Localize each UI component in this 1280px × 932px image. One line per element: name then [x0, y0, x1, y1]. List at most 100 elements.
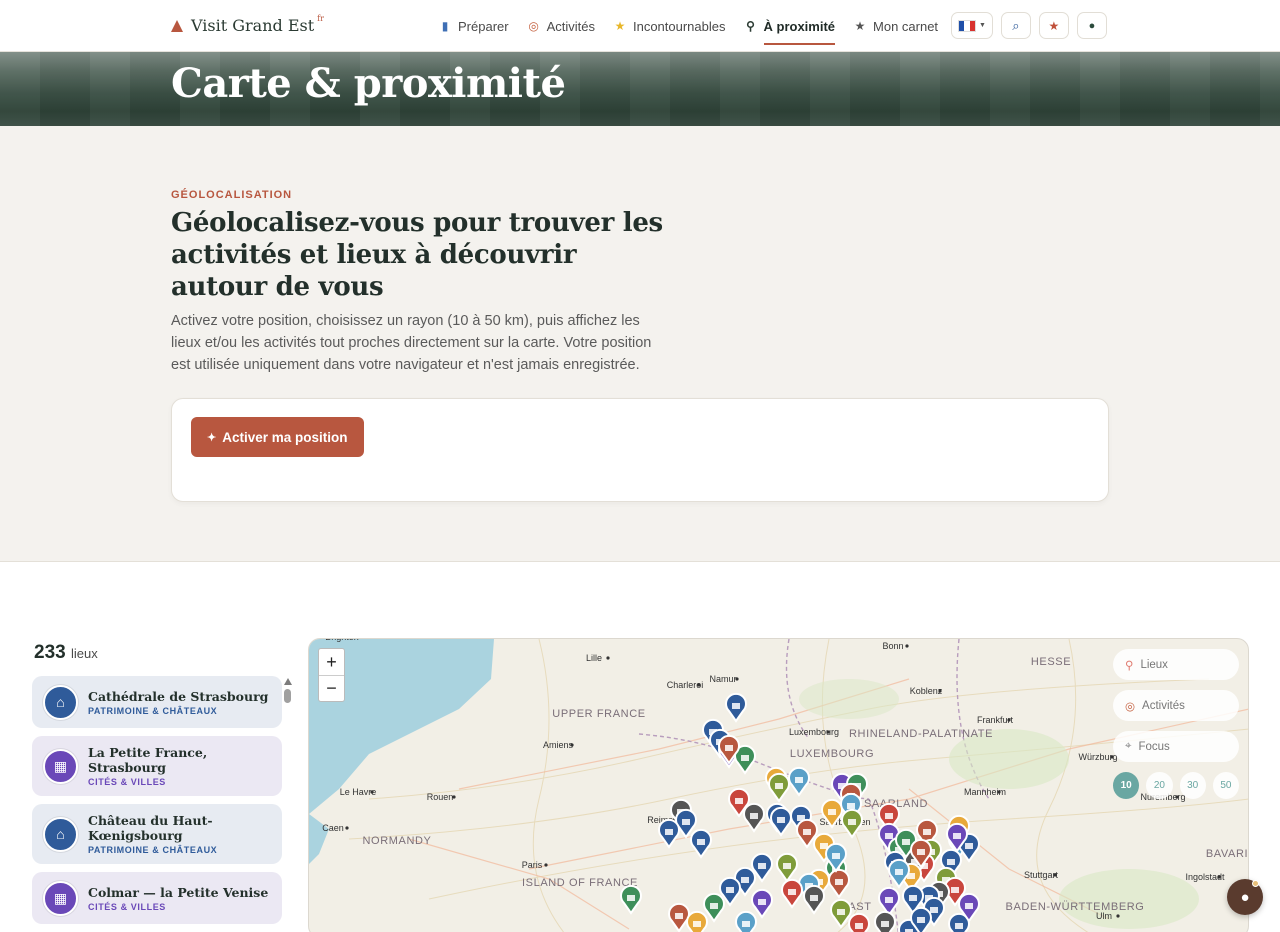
results-list[interactable]: ⌂ Cathédrale de Strasbourg PATRIMOINE & CH…: [32, 676, 282, 932]
chat-icon: ●: [1240, 888, 1250, 906]
activate-position-label: Activer ma position: [222, 429, 348, 445]
nav-link-label: Activités: [546, 18, 595, 34]
map-poi-marker[interactable]: [751, 888, 773, 919]
city-icon: ▦: [43, 748, 78, 784]
map-poi-marker[interactable]: [788, 766, 810, 797]
map-canvas[interactable]: UPPER FRANCE LUXEMBOURG RHINELAND-PALATINA…: [309, 639, 1249, 932]
map-city-dot: [1116, 914, 1120, 918]
map-poi-marker[interactable]: [668, 902, 690, 932]
list-item-category: CITÉS & VILLES: [88, 901, 166, 912]
results-count-unit: lieux: [70, 646, 98, 661]
map-poi-marker[interactable]: [690, 828, 712, 859]
map-poi-marker[interactable]: [770, 806, 792, 837]
search-button[interactable]: ⌕: [1000, 12, 1031, 39]
map-poi-marker[interactable]: [874, 910, 896, 932]
brand-name: Visit Grand Est: [191, 16, 315, 35]
nav-link-3[interactable]: ⚲ À proximité: [744, 0, 836, 52]
chat-notification-dot: [1252, 880, 1259, 887]
list-item-title: La Petite France, Strasbourg: [88, 745, 208, 775]
list-item-text: Cathédrale de Strasbourg PATRIMOINE & CHÂ…: [88, 689, 268, 716]
zoom-control: + −: [318, 648, 345, 702]
list-item-text: Château du Haut-Kœnigsbourg PATRIMOINE & …: [88, 813, 282, 855]
list-item-category: PATRIMOINE & CHÂTEAUX: [88, 845, 218, 855]
nav-link-label: Mon carnet: [873, 18, 939, 34]
favorites-button[interactable]: ★: [1038, 12, 1069, 39]
map-poi-marker[interactable]: [703, 892, 725, 923]
map-poi-marker[interactable]: [686, 910, 708, 932]
list-item-text: La Petite France, Strasbourg CITÉS & VILL…: [88, 745, 282, 787]
list-item-category: PATRIMOINE & CHÂTEAUX: [88, 705, 218, 716]
map-city-label: Lille: [586, 653, 602, 663]
account-button[interactable]: ●: [1076, 12, 1107, 39]
activate-position-button[interactable]: ✦ Activer ma position: [191, 417, 364, 457]
zoom-out-button[interactable]: −: [319, 675, 344, 701]
toggle-lieux[interactable]: ⚲ Lieux: [1113, 649, 1239, 680]
list-item-title: Cathédrale de Strasbourg: [88, 688, 269, 704]
toggle-activites-label: Activités: [1142, 699, 1185, 712]
map-poi-marker[interactable]: [768, 772, 790, 803]
list-item[interactable]: ⌂ Château du Haut-Kœnigsbourg PATRIMOINE &…: [32, 804, 282, 864]
map-poi-marker[interactable]: [803, 884, 825, 915]
map-poi-marker[interactable]: [781, 878, 803, 909]
geolocation-intro: GÉOLOCALISATION Géolocalisez-vous pour t…: [0, 126, 1280, 562]
section-description: Activez votre position, choisissez un ra…: [171, 313, 652, 373]
zoom-in-button[interactable]: +: [319, 649, 344, 675]
scroll-thumb[interactable]: [284, 689, 291, 703]
nav-link-1[interactable]: ◎ Activités: [527, 0, 595, 52]
map-region-label: HESSE: [1031, 656, 1071, 668]
map-filter-panel: ⚲ Lieux ◎ Activités ⌖ Focus 10 20 30 50: [1113, 649, 1239, 799]
map-city-label: Luxembourg: [789, 727, 839, 737]
map-city-label: Amiens: [543, 740, 574, 750]
map-poi-marker[interactable]: [828, 868, 850, 899]
list-item-category: CITÉS & VILLES: [88, 777, 166, 787]
luggage-icon: ▮: [441, 19, 449, 33]
map-poi-marker[interactable]: [841, 808, 863, 839]
map-city-label: Würzburg: [1078, 752, 1117, 762]
radius-10-button[interactable]: 10: [1113, 772, 1140, 799]
map-view[interactable]: UPPER FRANCE LUXEMBOURG RHINELAND-PALATINA…: [308, 638, 1249, 932]
star-icon: ★: [1048, 18, 1060, 33]
city-icon: ▦: [43, 880, 78, 916]
map-poi-marker[interactable]: [620, 884, 642, 915]
map-city-label: Ulm: [1096, 911, 1112, 921]
map-city-dot: [345, 826, 349, 830]
map-city-label: Stuttgart: [1024, 870, 1059, 880]
map-poi-marker[interactable]: [735, 910, 757, 932]
map-poi-marker[interactable]: [725, 692, 747, 723]
main-menu: ▮ Préparer ◎ Activités ★ Incontournables ⚲ À pr…: [438, 0, 938, 52]
map-poi-marker[interactable]: [776, 852, 798, 883]
map-poi-marker[interactable]: [848, 912, 870, 932]
map-city-dot: [544, 863, 548, 867]
map-city-label: Brighton: [325, 639, 359, 642]
radius-20-button[interactable]: 20: [1146, 772, 1173, 799]
scroll-up-icon[interactable]: [284, 678, 292, 685]
star-icon: ★: [614, 19, 626, 33]
page-title: Carte & proximité: [171, 60, 566, 107]
nav-link-0[interactable]: ▮ Préparer: [438, 0, 509, 52]
brand-triangle-icon: [171, 19, 183, 32]
map-city-label: Bonn: [882, 641, 903, 651]
nav-link-4[interactable]: ★ Mon carnet: [853, 0, 938, 52]
list-item[interactable]: ⌂ Cathédrale de Strasbourg PATRIMOINE & CH…: [32, 676, 282, 728]
chat-button[interactable]: ●: [1227, 879, 1263, 915]
nav-link-label: Préparer: [458, 18, 509, 34]
map-poi-marker[interactable]: [743, 802, 765, 833]
radius-50-button[interactable]: 50: [1212, 772, 1239, 799]
list-item-text: Colmar — la Petite Venise CITÉS & VILLES: [88, 885, 268, 912]
map-city-label: Frankfurt: [977, 715, 1014, 725]
map-city-label: Paris: [522, 860, 543, 870]
language-selector[interactable]: ▼: [951, 12, 993, 39]
brand-logo[interactable]: Visit Grand Est fr: [171, 14, 324, 35]
map-city-label: Namur: [709, 674, 736, 684]
nav-link-2[interactable]: ★ Incontournables: [613, 0, 726, 52]
toggle-focus[interactable]: ⌖ Focus: [1113, 731, 1239, 762]
results-scrollbar[interactable]: [284, 676, 293, 932]
star-outline-icon: ★: [854, 19, 866, 33]
radius-30-button[interactable]: 30: [1179, 772, 1206, 799]
results-count: 233 lieux: [34, 642, 98, 664]
pin-icon: ⚲: [1125, 659, 1134, 672]
toggle-activites[interactable]: ◎ Activités: [1113, 690, 1239, 721]
list-item[interactable]: ▦ Colmar — la Petite Venise CITÉS & VILLES: [32, 872, 282, 924]
target-icon: ◎: [1125, 700, 1136, 713]
list-item[interactable]: ▦ La Petite France, Strasbourg CITÉS & VIL…: [32, 736, 282, 796]
